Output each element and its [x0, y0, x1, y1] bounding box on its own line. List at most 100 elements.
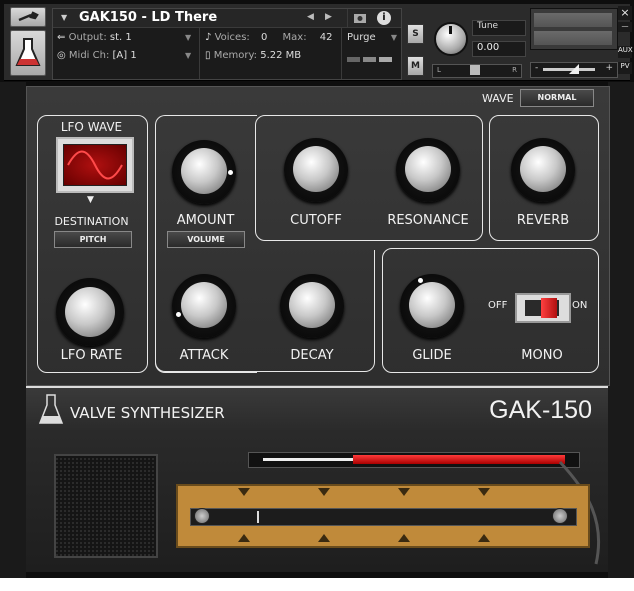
mute-button[interactable]: M — [407, 56, 424, 76]
memory-value: 5.22 MB — [260, 50, 302, 61]
pan-handle[interactable] — [470, 65, 480, 75]
instrument-window: ▼ GAK150 - LD There ◀ ▶ i ⇐ Output: st. … — [0, 0, 634, 578]
purge-indicator — [363, 57, 376, 62]
output-row[interactable]: ⇐ Output: st. 1 — [57, 32, 132, 43]
voices-row: ♪ Voices: 0 Max: 42 — [205, 32, 333, 43]
info-icon[interactable]: i — [377, 11, 391, 25]
tune-value[interactable]: 0.00 — [472, 41, 526, 57]
dropdown-arrow-icon[interactable]: ▼ — [61, 13, 67, 22]
knob-cap — [293, 146, 339, 192]
wrench-button[interactable] — [10, 7, 46, 27]
meter-right — [534, 31, 612, 45]
destination-label: DESTINATION — [54, 215, 129, 228]
divider — [341, 27, 342, 79]
decay-label: DECAY — [290, 348, 334, 363]
glide-knob[interactable] — [400, 274, 464, 338]
collapse-icon[interactable]: — — [618, 22, 632, 32]
marker-bottom-icon — [238, 534, 250, 542]
keyboard-area — [26, 432, 608, 572]
midi-value[interactable]: [A] 1 — [113, 50, 137, 61]
solo-button[interactable]: S — [407, 24, 424, 44]
stylus[interactable] — [248, 452, 580, 468]
midi-row[interactable]: ◎ Midi Ch: [A] 1 — [57, 50, 137, 61]
lfo-rate-knob[interactable] — [56, 278, 124, 346]
instrument-name[interactable]: GAK150 - LD There — [79, 10, 217, 25]
wrench-icon — [18, 11, 39, 22]
marker-top-icon — [478, 488, 490, 496]
reverb-label: REVERB — [516, 213, 570, 228]
output-value[interactable]: st. 1 — [110, 32, 132, 43]
instrument-icon-button[interactable] — [10, 30, 46, 76]
instrument-info-panel: ▼ GAK150 - LD There ◀ ▶ i ⇐ Output: st. … — [52, 8, 402, 80]
tune-knob[interactable] — [434, 22, 468, 56]
sine-wave-icon — [67, 150, 123, 180]
attack-label: ATTACK — [179, 348, 229, 363]
amount-knob[interactable] — [172, 140, 236, 204]
wave-select-arrow-icon[interactable]: ▼ — [87, 195, 94, 205]
marker-bottom-icon — [398, 534, 410, 542]
knob-cap — [520, 146, 566, 192]
prev-instrument-icon[interactable]: ◀ — [307, 12, 314, 22]
knob-cap — [289, 282, 335, 328]
pv-button[interactable]: PV — [618, 62, 632, 74]
close-button[interactable]: × — [618, 6, 632, 20]
marker-top-icon — [318, 488, 330, 496]
glide-label: GLIDE — [412, 348, 452, 363]
purge-label[interactable]: Purge — [347, 32, 376, 43]
midi-dropdown-icon[interactable]: ▼ — [185, 51, 191, 60]
attack-knob[interactable] — [172, 274, 236, 338]
cutoff-knob[interactable] — [284, 138, 348, 202]
marker-top-icon — [238, 488, 250, 496]
amount-label: AMOUNT — [176, 213, 235, 228]
amount-target-button[interactable]: VOLUME — [167, 231, 245, 248]
lfo-wave-display[interactable] — [56, 137, 134, 193]
flask-logo-icon — [38, 394, 64, 424]
lfo-rate-label: LFO RATE — [60, 348, 123, 363]
resonance-label: RESONANCE — [387, 213, 469, 228]
knob-pointer — [449, 26, 452, 34]
knob-cap — [181, 148, 227, 194]
purge-dropdown-icon[interactable]: ▼ — [391, 33, 397, 42]
pan-right-label: R — [512, 66, 517, 74]
flask-icon — [15, 38, 41, 66]
pan-slider[interactable]: L R — [432, 64, 522, 78]
reverb-knob[interactable] — [511, 138, 575, 202]
purge-indicators — [347, 57, 393, 63]
max-voices-value[interactable]: 42 — [320, 32, 333, 43]
knob-indicator — [418, 278, 423, 283]
resonance-knob[interactable] — [396, 138, 460, 202]
on-label: ON — [572, 300, 588, 311]
marker-bottom-icon — [318, 534, 330, 542]
mono-toggle[interactable] — [515, 293, 571, 323]
brand-bar: VALVE SYNTHESIZER GAK-150 — [26, 386, 608, 432]
snapshot-button[interactable] — [347, 9, 372, 27]
decay-knob[interactable] — [280, 274, 344, 338]
volume-handle[interactable] — [569, 64, 579, 74]
volume-slider[interactable]: - + — [530, 62, 618, 78]
toggle-switch[interactable] — [541, 298, 557, 318]
cutoff-label: CUTOFF — [290, 213, 342, 228]
mono-label: MONO — [521, 348, 563, 363]
camera-icon — [354, 14, 366, 23]
off-label: OFF — [488, 300, 508, 311]
stylus-tip — [263, 458, 353, 461]
purge-menu[interactable]: Purge ▼ — [347, 32, 397, 43]
level-meters — [530, 8, 618, 50]
knob-cap — [409, 282, 455, 328]
tune-label: Tune — [472, 20, 526, 36]
destination-button[interactable]: PITCH — [54, 231, 132, 248]
volume-minus: - — [535, 63, 539, 73]
aux-button[interactable]: AUX — [618, 46, 633, 58]
volume-plus: + — [605, 63, 613, 73]
memory-icon: ▯ — [205, 50, 211, 61]
output-dropdown-icon[interactable]: ▼ — [185, 33, 191, 42]
purge-indicator — [347, 57, 360, 62]
stylophone-strip[interactable] — [176, 484, 590, 548]
divider — [199, 27, 200, 79]
strip-track[interactable] — [190, 508, 577, 526]
meter-left — [534, 13, 612, 27]
wave-mode-button[interactable]: NORMAL — [520, 89, 594, 107]
output-label: Output: — [68, 32, 107, 43]
next-instrument-icon[interactable]: ▶ — [325, 12, 332, 22]
voices-icon: ♪ — [205, 32, 212, 43]
